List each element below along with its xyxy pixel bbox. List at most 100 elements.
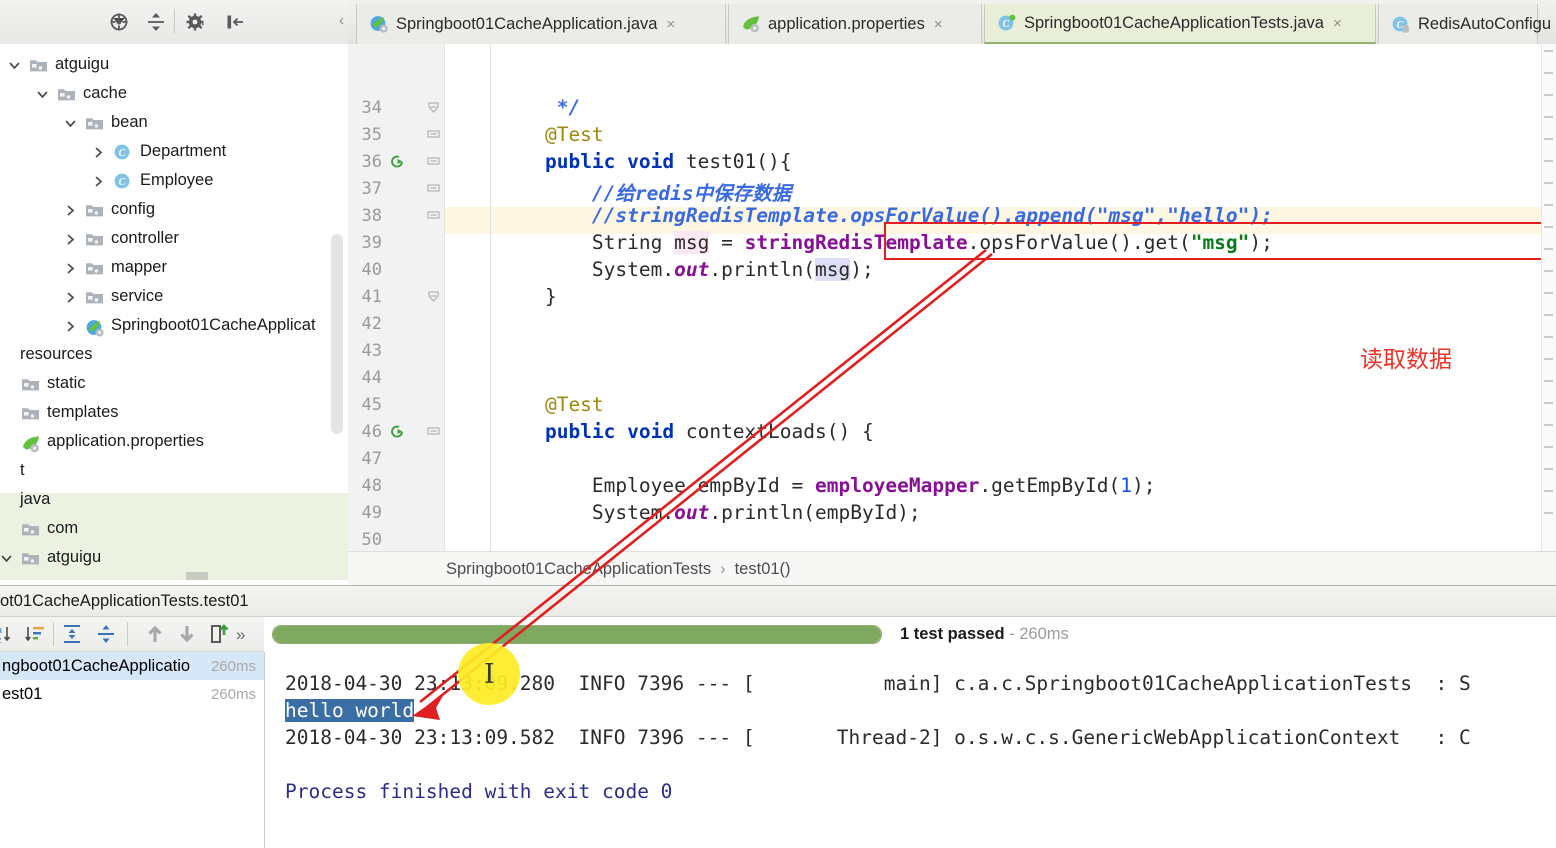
code-line[interactable]: //给redis中保存数据: [498, 177, 791, 206]
tree-item-label: static: [47, 374, 86, 393]
tree-item-config[interactable]: config: [0, 195, 348, 224]
tree-item-bean[interactable]: bean: [0, 108, 348, 137]
project-tree-scrollbar[interactable]: [331, 234, 343, 434]
tab-close-icon[interactable]: ×: [934, 16, 943, 33]
editor-marker-strip[interactable]: [1541, 44, 1556, 551]
tree-item-label: Department: [140, 142, 226, 161]
tree-item-atguigu[interactable]: atguigu: [0, 543, 348, 572]
tree-item-mapper[interactable]: mapper: [0, 253, 348, 282]
code-line[interactable]: }: [498, 285, 557, 308]
console-line[interactable]: 2018-04-30 23:13:09.582 INFO 7396 --- [ …: [285, 726, 1471, 749]
line-number: 45: [348, 395, 382, 415]
spring-leaf-icon: [741, 14, 761, 34]
code-fold-icon[interactable]: [426, 181, 441, 196]
code-fold-icon[interactable]: [426, 154, 441, 169]
chevron-right-icon[interactable]: [92, 145, 105, 158]
chevron-right-icon[interactable]: [64, 261, 77, 274]
collapse-all-icon[interactable]: [145, 11, 167, 33]
chevron-right-icon[interactable]: [64, 203, 77, 216]
code-fold-icon[interactable]: [426, 289, 441, 304]
run-test-gutter-icon[interactable]: [388, 154, 404, 170]
chevron-right-icon[interactable]: [64, 319, 77, 332]
editor-tab-1[interactable]: Springboot01CacheApplication.java×: [356, 4, 726, 44]
editor-tab-4[interactable]: CRedisAutoConfigu: [1378, 4, 1538, 44]
tree-item-atguigu[interactable]: atguigu: [0, 50, 348, 79]
tree-item-springboot01cacheapplicat[interactable]: Springboot01CacheApplicat: [0, 311, 348, 340]
console-line[interactable]: Process finished with exit code 0: [285, 780, 672, 803]
code-fold-icon[interactable]: [426, 127, 441, 142]
tab-close-icon[interactable]: ×: [666, 16, 675, 33]
code-line[interactable]: System.out.println(empById);: [498, 501, 921, 524]
editor-gutter[interactable]: 34353637383940414243444546474849505152: [348, 44, 445, 551]
tree-item-cache[interactable]: cache: [0, 79, 348, 108]
settings-gear-icon[interactable]: [185, 11, 207, 33]
code-line[interactable]: */: [498, 96, 580, 119]
sort-alphabetically-icon[interactable]: a z: [0, 623, 16, 645]
tree-item-resources[interactable]: resources: [0, 340, 348, 369]
expand-all-icon[interactable]: [61, 623, 83, 645]
tree-item-employee[interactable]: CEmployee: [0, 166, 348, 195]
tree-item-templates[interactable]: templates: [0, 398, 348, 427]
breadcrumb[interactable]: Springboot01CacheApplicationTests › test…: [348, 551, 1556, 586]
project-tree[interactable]: atguigucachebeanCDepartmentCEmployeeconf…: [0, 44, 348, 584]
tree-item-controller[interactable]: controller: [0, 224, 348, 253]
console-selected-text[interactable]: hello world: [285, 699, 414, 722]
test-result-row[interactable]: est01260ms: [0, 680, 264, 708]
project-tree-hscrollbar[interactable]: [186, 572, 208, 580]
tree-item-java[interactable]: java: [0, 485, 348, 514]
chevron-down-icon[interactable]: [0, 551, 13, 564]
prev-failed-icon[interactable]: [144, 623, 166, 645]
run-toolbar[interactable]: a z: [0, 617, 264, 652]
sort-by-duration-icon[interactable]: [24, 623, 46, 645]
more-options-icon[interactable]: »: [236, 625, 258, 647]
code-line[interactable]: public void contextLoads() {: [498, 420, 874, 443]
tree-item-label: Springboot01CacheApplicat: [111, 316, 316, 335]
tree-item-com[interactable]: com: [0, 514, 348, 543]
test-result-label: est01: [0, 685, 42, 704]
tree-item-static[interactable]: static: [0, 369, 348, 398]
editor-tab-2[interactable]: application.properties×: [728, 4, 982, 44]
expand-arrow-icon[interactable]: ‹: [339, 12, 344, 29]
tree-item-label: controller: [111, 229, 179, 248]
editor-tab-3[interactable]: CSpringboot01CacheApplicationTests.java×: [984, 4, 1376, 44]
chevron-right-icon[interactable]: [92, 174, 105, 187]
svg-text:C: C: [1003, 19, 1010, 30]
tree-item-t[interactable]: t: [0, 456, 348, 485]
hide-panel-icon[interactable]: [224, 11, 246, 33]
tree-item-department[interactable]: CDepartment: [0, 137, 348, 166]
code-fold-icon[interactable]: [426, 424, 441, 439]
code-fold-icon[interactable]: [426, 208, 441, 223]
test-result-row[interactable]: ngboot01CacheApplicatio260ms: [0, 652, 264, 680]
next-failed-icon[interactable]: [176, 623, 198, 645]
tree-item-service[interactable]: service: [0, 282, 348, 311]
code-line[interactable]: Employee empById = employeeMapper.getEmp…: [498, 474, 1155, 497]
line-number: 36: [348, 152, 382, 172]
breadcrumb-method[interactable]: test01(): [735, 560, 791, 579]
code-fold-icon[interactable]: [426, 100, 441, 115]
locate-target-icon[interactable]: [108, 11, 130, 33]
console-line[interactable]: hello world: [285, 699, 414, 722]
code-line[interactable]: @Test: [498, 393, 604, 416]
chevron-right-icon[interactable]: [64, 290, 77, 303]
collapse-all-icon[interactable]: [95, 623, 117, 645]
breadcrumb-class[interactable]: Springboot01CacheApplicationTests: [446, 560, 711, 579]
export-results-icon[interactable]: [208, 623, 230, 645]
run-test-gutter-icon[interactable]: [388, 424, 404, 440]
code-line[interactable]: @Test: [498, 123, 604, 146]
svg-text:a: a: [0, 625, 2, 635]
code-line[interactable]: System.out.println(msg);: [498, 258, 874, 281]
project-toolbar[interactable]: ‹: [0, 0, 348, 45]
editor-tab-label: RedisAutoConfigu: [1418, 15, 1551, 34]
folder-icon: [21, 376, 40, 392]
tab-close-icon[interactable]: ×: [1333, 15, 1342, 32]
test-results-tree[interactable]: ngboot01CacheApplicatio260msest01260ms: [0, 652, 265, 848]
chevron-down-icon[interactable]: [8, 58, 21, 71]
chevron-down-icon[interactable]: [64, 116, 77, 129]
progress-fill: [273, 626, 881, 643]
tree-item-application-properties[interactable]: application.properties: [0, 427, 348, 456]
line-number: 49: [348, 503, 382, 523]
chevron-right-icon[interactable]: [64, 232, 77, 245]
chevron-down-icon[interactable]: [36, 87, 49, 100]
code-line[interactable]: public void test01(){: [498, 150, 792, 173]
code-editor[interactable]: 34353637383940414243444546474849505152 *…: [348, 44, 1556, 551]
